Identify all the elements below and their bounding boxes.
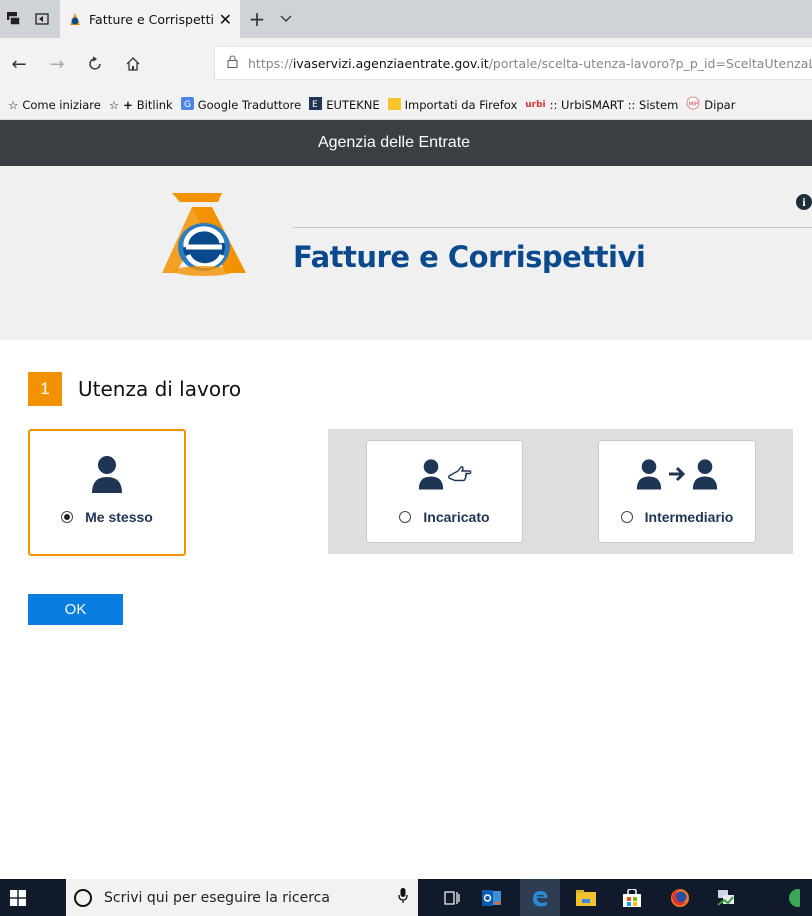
task-view-icon[interactable] bbox=[432, 879, 472, 916]
url-path: /portale/scelta-utenza-lavoro?p_p_id=Sce… bbox=[488, 55, 812, 71]
windows-start-icon[interactable] bbox=[0, 879, 36, 916]
ok-button[interactable]: OK bbox=[28, 594, 123, 625]
favorite-item[interactable]: G Google Traduttore bbox=[180, 96, 301, 113]
step-title: Utenza di lavoro bbox=[78, 377, 242, 401]
option-incaricato[interactable]: Incaricato bbox=[366, 440, 523, 543]
option-label-row: Intermediario bbox=[620, 509, 734, 525]
tab-manager-icon[interactable] bbox=[0, 0, 28, 38]
edge-icon[interactable] bbox=[520, 879, 560, 916]
favorite-item[interactable]: ☆ Come iniziare bbox=[8, 98, 101, 112]
info-icon[interactable]: i bbox=[796, 194, 812, 210]
outlook-icon[interactable] bbox=[472, 879, 512, 916]
microphone-icon[interactable] bbox=[388, 888, 418, 907]
mip-icon: MIP bbox=[686, 96, 700, 113]
file-explorer-icon[interactable] bbox=[566, 879, 606, 916]
option-label: Intermediario bbox=[644, 509, 734, 525]
radio-me-stesso[interactable] bbox=[61, 511, 74, 523]
agenzia-favicon-icon bbox=[70, 13, 80, 25]
svg-text:E: E bbox=[312, 100, 318, 110]
option-me-stesso[interactable]: Me stesso bbox=[28, 429, 186, 556]
user-icon bbox=[92, 456, 122, 493]
network-app-icon[interactable] bbox=[706, 879, 746, 916]
svg-text:G: G bbox=[184, 100, 191, 110]
svg-text:MIP: MIP bbox=[689, 102, 699, 108]
store-icon[interactable] bbox=[612, 879, 652, 916]
forward-icon[interactable]: → bbox=[38, 38, 76, 90]
user-icon bbox=[692, 459, 718, 490]
tab-close-icon[interactable]: ✕ bbox=[219, 10, 232, 29]
tab-active[interactable]: Fatture e Corrispettivi - ✕ bbox=[60, 0, 240, 38]
hand-pointing-icon bbox=[447, 466, 471, 482]
home-icon[interactable] bbox=[114, 38, 152, 90]
option-label: Me stesso bbox=[85, 509, 153, 525]
urbi-icon: urbi bbox=[525, 99, 546, 110]
agenzia-entrate-logo-icon bbox=[162, 193, 246, 276]
favorite-item[interactable]: Importati da Firefox bbox=[387, 97, 517, 113]
user-icon bbox=[418, 459, 443, 490]
star-icon: ☆ bbox=[8, 97, 19, 112]
url-prefix: https:// bbox=[248, 55, 293, 71]
refresh-icon[interactable] bbox=[76, 38, 114, 90]
firefox-icon[interactable] bbox=[660, 879, 700, 916]
url-field[interactable]: https://ivaservizi.agenziaentrate.gov.it… bbox=[214, 46, 812, 80]
page-title: Fatture e Corrispettivi bbox=[293, 240, 646, 274]
radio-intermediario[interactable] bbox=[620, 511, 633, 523]
browser-tab-bar: Fatture e Corrispettivi - ✕ + bbox=[0, 0, 812, 38]
chevron-down-icon[interactable] bbox=[274, 12, 298, 26]
favorite-item[interactable]: MIP Dipar bbox=[686, 96, 735, 113]
folder-icon bbox=[387, 97, 401, 113]
set-aside-tabs-icon[interactable] bbox=[28, 0, 56, 38]
step-number-badge: 1 bbox=[28, 372, 62, 406]
eutekne-icon: E bbox=[309, 96, 323, 113]
banner: i Fatture e Corrispettivi bbox=[0, 166, 812, 340]
cortana-icon bbox=[74, 888, 92, 907]
radio-incaricato[interactable] bbox=[399, 511, 412, 523]
site-header: Agenzia delle Entrate bbox=[0, 120, 812, 166]
lock-icon bbox=[227, 55, 238, 71]
step-heading: 1 Utenza di lavoro bbox=[28, 372, 241, 406]
plus-icon: + bbox=[123, 97, 133, 112]
google-translate-icon: G bbox=[180, 96, 194, 113]
banner-divider bbox=[293, 227, 812, 228]
new-tab-button[interactable]: + bbox=[240, 7, 274, 31]
user-icon bbox=[636, 459, 662, 490]
url-domain: ivaservizi.agenziaentrate.gov.it bbox=[292, 55, 489, 71]
favorites-bar: ☆ Come iniziare ☆ + Bitlink G Google Tradutt… bbox=[0, 90, 812, 120]
option-label-row: Me stesso bbox=[61, 509, 153, 525]
option-label: Incaricato bbox=[423, 509, 490, 525]
back-icon[interactable]: ← bbox=[0, 38, 38, 90]
app-icon-partial[interactable] bbox=[786, 879, 812, 916]
address-bar-row: ← → https://ivaservizi.agenziaentrate.go… bbox=[0, 38, 812, 90]
taskbar-search-placeholder: Scrivi qui per eseguire la ricerca bbox=[104, 889, 330, 906]
arrow-right-icon bbox=[669, 466, 686, 482]
favorite-item[interactable]: E EUTEKNE bbox=[309, 96, 380, 113]
star-icon: ☆ bbox=[108, 97, 120, 112]
tab-title: Fatture e Corrispettivi - bbox=[89, 11, 213, 27]
option-label-row: Incaricato bbox=[399, 509, 490, 525]
favorite-item[interactable]: ☆ + Bitlink bbox=[109, 98, 173, 112]
site-header-title: Agenzia delle Entrate bbox=[317, 134, 471, 151]
taskbar-search[interactable]: Scrivi qui per eseguire la ricerca bbox=[66, 879, 418, 916]
favorite-item[interactable]: urbi:: UrbiSMART :: Sistem bbox=[525, 98, 678, 112]
screen: Fatture e Corrispettivi - ✕ + ← → https:… bbox=[0, 0, 812, 916]
option-intermediario[interactable]: Intermediario bbox=[598, 440, 756, 543]
